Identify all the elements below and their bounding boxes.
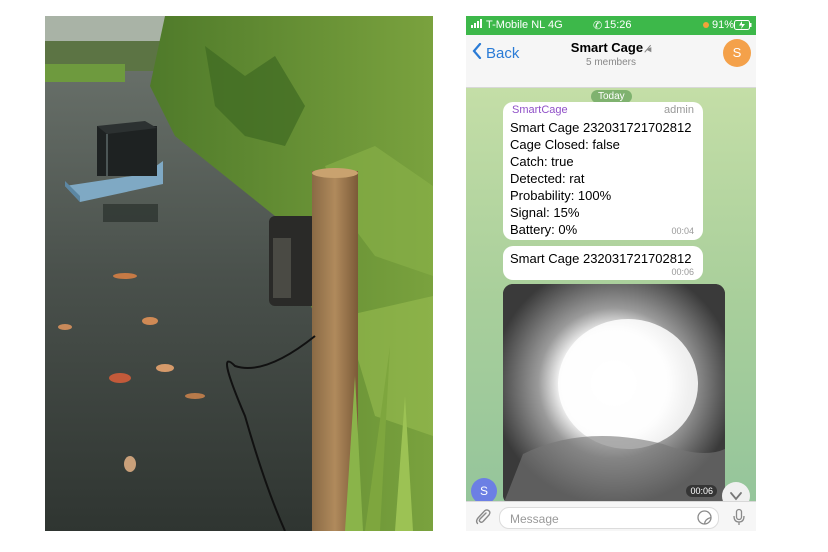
battery-charging-icon (734, 20, 752, 33)
paperclip-icon[interactable] (474, 508, 492, 526)
message-line: Probability: 100% (510, 188, 612, 203)
message-list[interactable]: Today SmartCage admin Smart Cage 2320317… (466, 88, 756, 501)
message-time: 00:06 (671, 267, 694, 277)
message-line: Smart Cage 232031721702812 (510, 120, 692, 135)
scroll-down-button[interactable] (722, 482, 750, 501)
message-text: Smart Cage 232031721702812 Cage Closed: … (510, 119, 691, 238)
canal-photo (45, 16, 433, 531)
video-duration: 00:06 (686, 485, 717, 497)
message-time: 00:04 (671, 226, 694, 236)
group-avatar[interactable]: S (723, 39, 751, 67)
message-input[interactable] (508, 510, 682, 528)
message-composer (466, 501, 756, 531)
status-bar: T-Mobile NL 4G ✆ 15:26 91% (466, 16, 756, 35)
activity-dot (703, 22, 709, 28)
message-bubble[interactable]: SmartCage admin Smart Cage 2320317217028… (503, 102, 703, 240)
message-line: Battery: 0% (510, 222, 578, 237)
message-line: Detected: rat (510, 171, 585, 186)
sender-role: admin (664, 104, 694, 116)
message-text: Smart Cage 232031721702812 (510, 251, 692, 266)
chat-header: Back Smart Cage ◂̸ 5 members S (466, 35, 756, 88)
video-thumbnail (503, 284, 725, 501)
message-line: Cage Closed: false (510, 137, 620, 152)
signal-bars-icon (471, 19, 483, 31)
message-input-field[interactable] (499, 507, 719, 529)
microphone-icon[interactable] (730, 508, 748, 526)
phone-icon: ✆ (593, 20, 603, 32)
sticker-icon[interactable] (697, 510, 712, 525)
sender-name[interactable]: SmartCage (512, 104, 568, 116)
carrier-label: T-Mobile NL (486, 19, 546, 31)
video-message[interactable]: 00:06 (503, 284, 725, 501)
message-line: Catch: true (510, 154, 574, 169)
phone-screen: T-Mobile NL 4G ✆ 15:26 91% Back Smart Ca… (466, 16, 756, 531)
member-count: 5 members (585, 57, 636, 68)
chat-title[interactable]: Smart Cage ◂̸ (466, 40, 756, 55)
sender-avatar[interactable]: S (471, 478, 497, 501)
message-bubble[interactable]: Smart Cage 232031721702812 00:06 (503, 246, 703, 280)
message-line: Signal: 15% (510, 205, 580, 220)
clock-time: 15:26 (604, 19, 632, 31)
muted-icon: ◂̸ (646, 44, 652, 54)
battery-percent: 91% (712, 19, 735, 31)
network-label: 4G (548, 19, 563, 31)
chat-title-text: Smart Cage (570, 40, 644, 55)
